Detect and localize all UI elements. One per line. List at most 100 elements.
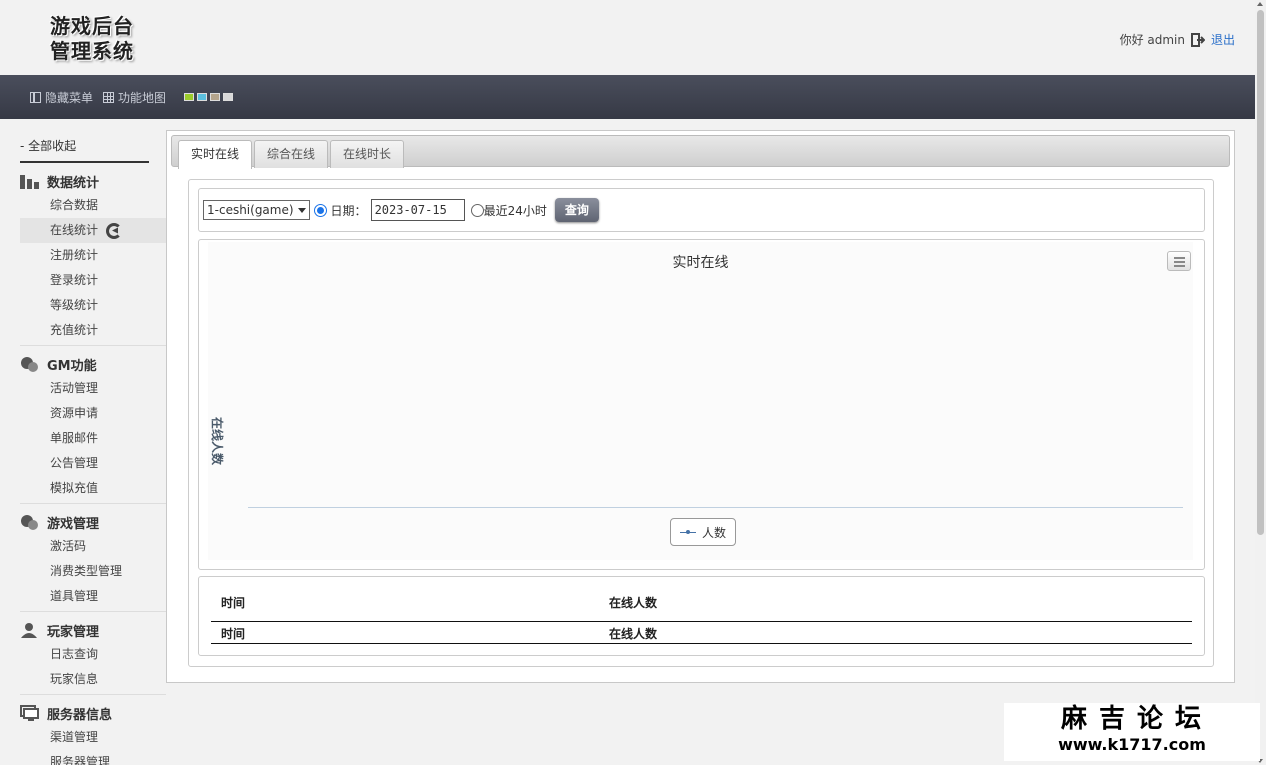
sidebar-group: 游戏管理激活码消费类型管理 道具管理 xyxy=(20,504,166,612)
user-icon xyxy=(20,622,39,638)
sidebar-item-label: 公告管理 xyxy=(50,456,99,470)
theme-swatch-2[interactable] xyxy=(210,93,221,101)
sidebar-item-label: 日志查询 xyxy=(50,647,99,661)
sidebar-item[interactable]: 资源申请 xyxy=(20,401,166,426)
theme-swatch-1[interactable] xyxy=(197,93,208,101)
function-map-label: 功能地图 xyxy=(118,90,167,105)
sidebar-item-label: 道具管理 xyxy=(50,589,99,603)
sidebar-item-label: 资源申请 xyxy=(50,406,99,420)
sidebar-group-title[interactable]: 玩家管理 xyxy=(20,612,166,642)
sidebar-item-label: 活动管理 xyxy=(50,381,99,395)
legend-item[interactable]: 人数 xyxy=(670,518,737,546)
main-panel: 实时在线 综合在线 在线时长 1-ceshi(game) 日期： 2023-07… xyxy=(166,130,1235,683)
sidebar-group: 玩家管理日志查询玩家信息 xyxy=(20,612,166,695)
logout-link[interactable]: 退出 xyxy=(1211,31,1235,48)
sidebar-item[interactable]: 单服邮件 xyxy=(20,426,166,451)
sidebar-group-title[interactable]: GM功能 xyxy=(20,346,166,376)
tab-realtime-online[interactable]: 实时在线 xyxy=(178,140,253,169)
sidebar-item[interactable]: 综合数据 xyxy=(20,193,166,218)
theme-swatches xyxy=(184,93,234,101)
sidebar-item[interactable]: 玩家信息 xyxy=(20,667,166,692)
function-map-button[interactable]: 功能地图 xyxy=(103,89,166,106)
sidebar-group-label: 游戏管理 xyxy=(47,516,100,532)
hide-menu-icon xyxy=(30,91,41,103)
logout-icon[interactable] xyxy=(1190,32,1205,47)
sidebar-item[interactable]: 充值统计 xyxy=(20,318,166,343)
sidebar-item[interactable]: 道具管理 xyxy=(20,584,166,609)
scroll-thumb[interactable] xyxy=(1257,10,1264,535)
sidebar-item[interactable]: 注册统计 xyxy=(20,243,166,268)
scroll-up-icon[interactable] xyxy=(1257,2,1263,6)
header-online-count: 在线人数 xyxy=(609,596,658,610)
sidebar-item-label: 充值统计 xyxy=(50,323,99,337)
sidebar-item-label: 服务器管理 xyxy=(50,755,111,765)
sidebar-item-label: 模拟充值 xyxy=(50,481,99,495)
header-time: 时间 xyxy=(221,596,246,610)
user-area: 你好 admin 退出 xyxy=(1120,31,1235,48)
sidebar-item-label: 激活码 xyxy=(50,539,87,553)
sidebar-group-label: 玩家管理 xyxy=(47,624,100,640)
sidebar-group-label: 数据统计 xyxy=(47,175,100,191)
sidebar-item-label: 综合数据 xyxy=(50,198,99,212)
sidebar: - 全部收起 数据统计 综合数据 在线统计 注册统计 登录统计 等级统计 充值统计 GM功能活… xyxy=(20,130,166,765)
sidebar-item-label: 消费类型管理 xyxy=(50,564,123,578)
sidebar-group-label: 服务器信息 xyxy=(47,707,113,723)
theme-swatch-0[interactable] xyxy=(184,93,195,101)
hide-menu-label: 隐藏菜单 xyxy=(45,90,94,105)
bar-chart-icon xyxy=(20,173,39,189)
date-label: 日期： xyxy=(330,203,367,218)
sidebar-item-label: 等级统计 xyxy=(50,298,99,312)
watermark-url: www.k1717.com xyxy=(1058,735,1206,754)
sidebar-group: 数据统计综合数据在线统计注册统计登录统计等级统计充值统计 xyxy=(20,163,166,346)
tab-online-duration[interactable]: 在线时长 xyxy=(330,140,405,168)
filter-bar: 1-ceshi(game) 日期： 2023-07-15 最近24小时 查询 xyxy=(198,188,1205,232)
sidebar-item[interactable]: 在线统计 xyxy=(20,218,166,243)
sidebar-item[interactable]: 日志查询 xyxy=(20,642,166,667)
theme-swatch-3[interactable] xyxy=(223,93,234,101)
x-axis-line xyxy=(248,507,1183,508)
sidebar-item[interactable]: 等级统计 xyxy=(20,293,166,318)
date-input[interactable]: 2023-07-15 xyxy=(370,199,465,221)
tab-overall-online[interactable]: 综合在线 xyxy=(254,140,329,168)
sidebar-item[interactable]: 登录统计 xyxy=(20,268,166,293)
server-select[interactable]: 1-ceshi(game) xyxy=(203,200,310,220)
footer-online-count: 在线人数 xyxy=(609,627,658,641)
sidebar-item[interactable]: 活动管理 xyxy=(20,376,166,401)
print-icon[interactable] xyxy=(1167,251,1191,271)
hide-menu-button[interactable]: 隐藏菜单 xyxy=(30,89,93,106)
table-footer: 时间 在线人数 xyxy=(211,625,1192,644)
sidebar-item-label: 注册统计 xyxy=(50,248,99,262)
sidebar-item-label: 登录统计 xyxy=(50,273,99,287)
tab-bar: 实时在线 综合在线 在线时长 xyxy=(171,135,1230,169)
game-icon xyxy=(20,514,39,530)
page-scrollbar[interactable] xyxy=(1255,0,1266,765)
last24-radio[interactable] xyxy=(470,203,484,217)
date-radio[interactable] xyxy=(313,203,327,217)
monitor-icon xyxy=(20,705,39,721)
sidebar-group-title[interactable]: 服务器信息 xyxy=(20,695,166,725)
sidebar-item-label: 渠道管理 xyxy=(50,730,99,744)
app-logo: 游戏后台 管理系统 xyxy=(50,14,134,64)
sidebar-item[interactable]: 激活码 xyxy=(20,534,166,559)
sidebar-group: 服务器信息渠道管理服务器管理 xyxy=(20,695,166,765)
sidebar-group: GM功能活动管理资源申请单服邮件公告管理模拟充值 xyxy=(20,346,166,504)
sidebar-item[interactable]: 服务器管理 xyxy=(20,750,166,765)
grid-icon xyxy=(103,91,115,103)
chart-area: 实时在线 在线人数 人数 xyxy=(208,242,1193,560)
sidebar-group-title[interactable]: 游戏管理 xyxy=(20,504,166,534)
sidebar-item[interactable]: 渠道管理 xyxy=(20,725,166,750)
table-header: 时间 在线人数 xyxy=(211,594,1192,622)
legend-line-marker-icon xyxy=(680,529,696,534)
collapse-all-button[interactable]: - 全部收起 xyxy=(20,130,149,163)
sidebar-group-title[interactable]: 数据统计 xyxy=(20,163,166,193)
chevron-down-icon xyxy=(297,207,306,213)
chart-container: 实时在线 在线人数 人数 xyxy=(198,239,1205,570)
sidebar-item[interactable]: 公告管理 xyxy=(20,451,166,476)
sidebar-item[interactable]: 消费类型管理 xyxy=(20,559,166,584)
last24-label: 最近24小时 xyxy=(483,203,547,218)
sidebar-group-label: GM功能 xyxy=(47,358,97,374)
sidebar-item-label: 单服邮件 xyxy=(50,431,99,445)
logo-line1: 游戏后台 xyxy=(50,14,134,38)
query-button[interactable]: 查询 xyxy=(554,198,599,222)
sidebar-item[interactable]: 模拟充值 xyxy=(20,476,166,501)
